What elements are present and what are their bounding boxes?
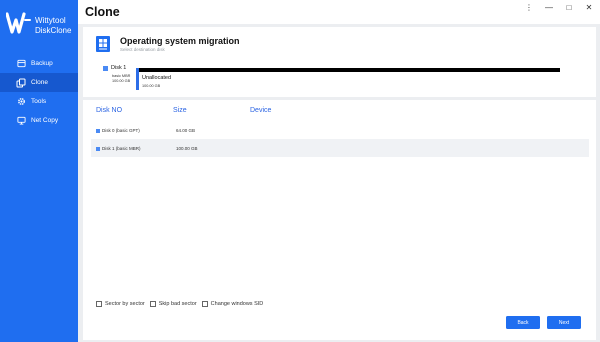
window-controls: ⋮ — □ ✕	[524, 3, 594, 12]
table-cell-size: 100.00 GB	[176, 146, 198, 151]
column-header-size: Size	[173, 107, 187, 114]
sidebar-item-label: Clone	[31, 79, 48, 86]
operation-subtitle: Select destination disk	[120, 47, 165, 52]
source-disk-size: 100.00 GB	[112, 79, 131, 83]
source-disk-name: Disk 1	[103, 65, 126, 71]
sidebar-item-net-copy[interactable]: Net Copy	[0, 111, 78, 130]
source-disk-info: Disk 1 basic MBR 100.00 GB	[103, 64, 136, 86]
clone-icon	[16, 78, 26, 88]
table-row-disk-1[interactable]: Disk 1 (basic MBR) 100.00 GB	[91, 139, 589, 157]
source-disk-type: basic MBR	[112, 74, 131, 78]
net-copy-icon	[16, 116, 26, 126]
brand-line-2: DiskClone	[35, 26, 72, 35]
more-menu-icon[interactable]: ⋮	[524, 3, 534, 12]
main-area: Operating system migration Select destin…	[78, 24, 600, 342]
back-button[interactable]: Back	[506, 316, 540, 329]
partition-bar	[136, 68, 560, 72]
clone-options: Sector by sector Skip bad sector Change …	[96, 301, 263, 307]
checkbox[interactable]	[149, 301, 156, 307]
sidebar-item-clone[interactable]: Clone	[0, 73, 78, 92]
disk-icon	[103, 65, 108, 71]
brand-line-1: Wittytool	[35, 16, 66, 25]
option-label: Skip bad sector	[158, 301, 197, 307]
option-sector-by-sector[interactable]: Sector by sector	[96, 301, 145, 307]
gear-icon	[16, 97, 26, 107]
sidebar-item-label: Backup	[31, 60, 53, 67]
sidebar-nav: Backup Clone Tools Net Copy	[0, 54, 78, 130]
page-title: Clone	[85, 5, 120, 19]
sidebar-item-tools[interactable]: Tools	[0, 92, 78, 111]
option-change-windows-sid[interactable]: Change windows SID	[201, 301, 264, 307]
sidebar: Wittytool DiskClone Backup Clone Tools N…	[0, 0, 78, 342]
disk-icon	[96, 128, 100, 133]
operation-title: Operating system migration	[120, 36, 240, 46]
disk-label: Disk 0 (basic GPT)	[102, 128, 140, 133]
minimize-icon[interactable]: —	[544, 3, 554, 12]
disk-label: Disk 1 (basic MBR)	[102, 146, 141, 151]
maximize-icon[interactable]: □	[564, 3, 574, 12]
checkbox[interactable]	[96, 301, 102, 307]
source-disk-name-text: Disk 1	[111, 65, 127, 71]
wittytool-logo-icon	[6, 12, 31, 34]
column-header-device: Device	[250, 107, 272, 114]
sidebar-item-backup[interactable]: Backup	[0, 54, 78, 73]
partition-size: 100.00 GB	[142, 84, 161, 88]
close-icon[interactable]: ✕	[584, 3, 594, 12]
brand-name: Wittytool DiskClone	[35, 16, 71, 36]
next-button[interactable]: Next	[547, 316, 581, 329]
table-cell-size: 64.00 GB	[176, 128, 196, 133]
sidebar-item-label: Net Copy	[31, 117, 59, 124]
option-skip-bad-sector[interactable]: Skip bad sector	[149, 301, 197, 307]
partition-label: Unallocated	[142, 75, 172, 81]
sidebar-item-label: Tools	[31, 98, 47, 105]
partition-marker	[136, 68, 139, 90]
option-label: Sector by sector	[105, 301, 145, 307]
operation-panel: Operating system migration Select destin…	[83, 27, 596, 97]
option-label: Change windows SID	[210, 301, 264, 307]
disk-icon	[96, 146, 100, 151]
table-row-disk-0[interactable]: Disk 0 (basic GPT) 64.00 GB	[91, 121, 589, 139]
column-header-disk-no: Disk NO	[96, 107, 123, 114]
table-cell-disk: Disk 0 (basic GPT)	[96, 128, 140, 133]
windows-drive-icon	[96, 36, 110, 52]
table-cell-disk: Disk 1 (basic MBR)	[96, 146, 141, 151]
brand: Wittytool DiskClone	[6, 10, 76, 40]
title-bar: Clone ⋮ — □ ✕	[78, 0, 600, 24]
backup-icon	[16, 59, 26, 69]
checkbox[interactable]	[201, 301, 208, 307]
